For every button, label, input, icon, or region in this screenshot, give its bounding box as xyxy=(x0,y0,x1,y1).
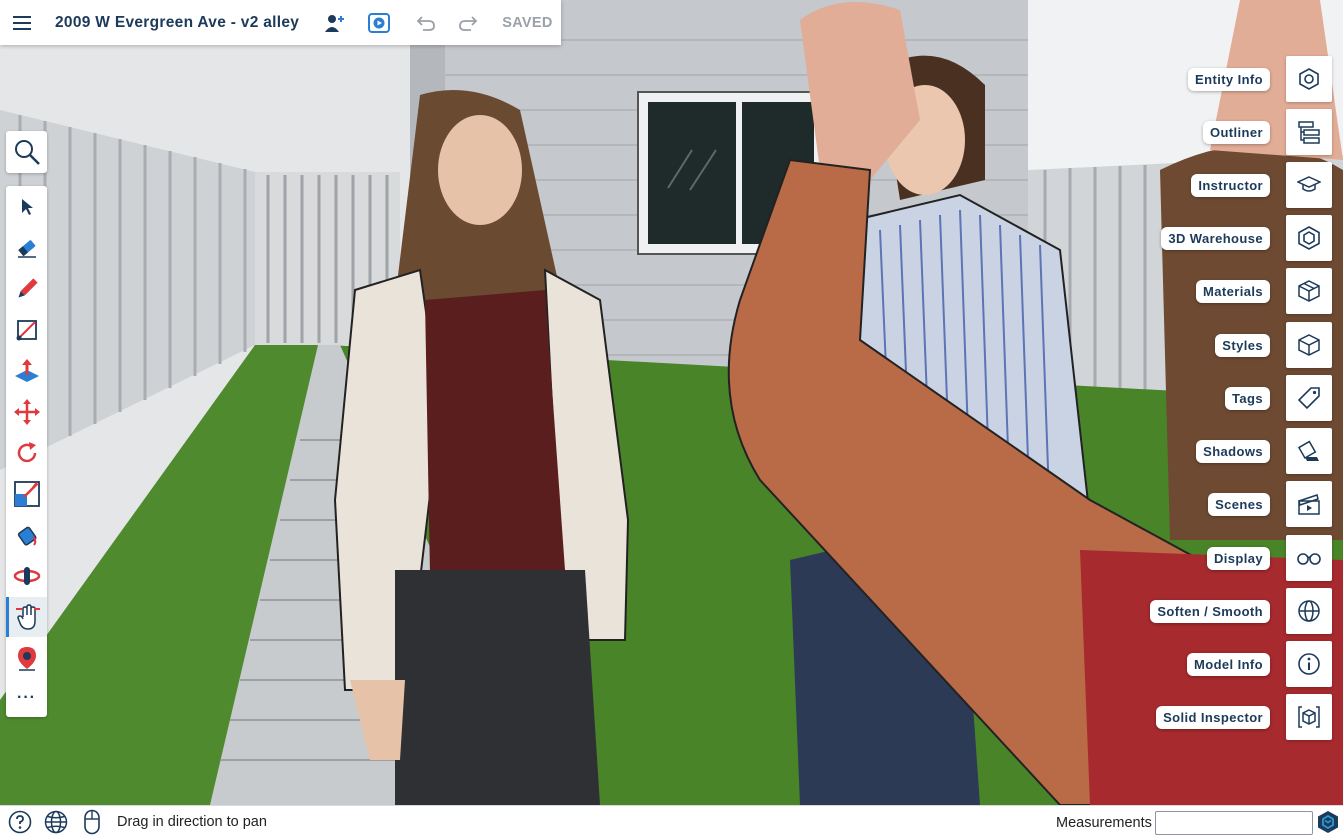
model-viewport[interactable] xyxy=(0,0,1343,805)
panel-item-solid-inspector[interactable]: Solid Inspector xyxy=(1156,694,1332,740)
undo-icon[interactable] xyxy=(405,0,445,45)
left-toolbar: ··· xyxy=(6,186,47,717)
position-camera-icon[interactable] xyxy=(6,638,47,678)
panel-item-materials[interactable]: Materials xyxy=(1196,268,1332,314)
entity-info-icon[interactable] xyxy=(1286,56,1332,102)
panel-item-styles[interactable]: Styles xyxy=(1215,322,1332,368)
more-tools-button[interactable]: ··· xyxy=(6,678,47,718)
info-icon[interactable] xyxy=(1286,641,1332,687)
search-tool-box xyxy=(6,131,47,173)
materials-icon[interactable] xyxy=(1286,268,1332,314)
panel-item-instructor[interactable]: Instructor xyxy=(1191,162,1332,208)
more-tools-label: ··· xyxy=(17,689,36,706)
outliner-icon[interactable] xyxy=(1286,109,1332,155)
panel-label[interactable]: 3D Warehouse xyxy=(1161,226,1270,250)
search-icon[interactable] xyxy=(6,132,47,172)
panel-item-3d-warehouse[interactable]: 3D Warehouse xyxy=(1161,215,1332,261)
play-icon[interactable] xyxy=(359,0,399,45)
status-text: Drag in direction to pan xyxy=(117,814,267,830)
panel-label[interactable]: Soften / Smooth xyxy=(1150,599,1270,623)
globe-icon[interactable] xyxy=(41,810,71,834)
scale-icon[interactable] xyxy=(6,474,47,514)
panel-label[interactable]: Model Info xyxy=(1187,652,1270,676)
panel-label[interactable]: Solid Inspector xyxy=(1156,705,1270,729)
shadows-icon[interactable] xyxy=(1286,428,1332,474)
panel-label[interactable]: Shadows xyxy=(1196,439,1270,463)
panel-label[interactable]: Instructor xyxy=(1191,173,1270,197)
rectangle-icon[interactable] xyxy=(6,310,47,350)
warehouse-icon[interactable] xyxy=(1286,215,1332,261)
help-icon[interactable] xyxy=(5,810,35,834)
panel-label[interactable]: Outliner xyxy=(1202,120,1270,144)
panel-label[interactable]: Tags xyxy=(1225,386,1270,410)
panel-item-display[interactable]: Display xyxy=(1206,535,1332,581)
panel-item-soften-smooth[interactable]: Soften / Smooth xyxy=(1150,588,1332,634)
add-user-icon[interactable] xyxy=(315,0,355,45)
push-pull-icon[interactable] xyxy=(6,351,47,391)
panel-label[interactable]: Entity Info xyxy=(1188,67,1270,91)
hamburger-icon[interactable] xyxy=(0,0,44,45)
panel-label[interactable]: Scenes xyxy=(1208,492,1270,516)
solid-inspector-icon[interactable] xyxy=(1286,694,1332,740)
styles-icon[interactable] xyxy=(1286,322,1332,368)
panel-item-entity-info[interactable]: Entity Info xyxy=(1188,56,1332,102)
document-title[interactable]: 2009 W Evergreen Ave - v2 alley xyxy=(55,14,299,32)
panel-item-tags[interactable]: Tags xyxy=(1225,375,1332,421)
move-icon[interactable] xyxy=(6,392,47,432)
panel-item-shadows[interactable]: Shadows xyxy=(1196,428,1332,474)
eraser-icon[interactable] xyxy=(6,228,47,268)
pan-icon[interactable] xyxy=(6,597,47,637)
pencil-icon[interactable] xyxy=(6,269,47,309)
arrow-icon[interactable] xyxy=(6,187,47,227)
soften-smooth-icon[interactable] xyxy=(1286,588,1332,634)
rotate-icon[interactable] xyxy=(6,433,47,473)
paint-bucket-icon[interactable] xyxy=(6,515,47,555)
panel-label[interactable]: Styles xyxy=(1215,333,1270,357)
sketchup-logo-icon xyxy=(1316,810,1340,834)
measurements-input[interactable] xyxy=(1155,811,1313,835)
glasses-icon[interactable] xyxy=(1286,535,1332,581)
panel-label[interactable]: Materials xyxy=(1196,279,1270,303)
scene-render xyxy=(0,0,1343,805)
redo-icon[interactable] xyxy=(449,0,489,45)
orbit-icon[interactable] xyxy=(6,556,47,596)
mouse-icon[interactable] xyxy=(77,809,107,835)
save-status: SAVED xyxy=(502,14,553,31)
clapperboard-icon[interactable] xyxy=(1286,481,1332,527)
tag-icon[interactable] xyxy=(1286,375,1332,421)
panel-label[interactable]: Display xyxy=(1206,546,1270,570)
graduation-cap-icon[interactable] xyxy=(1286,162,1332,208)
measurements-label: Measurements xyxy=(1056,815,1152,831)
panel-item-model-info[interactable]: Model Info xyxy=(1187,641,1332,687)
status-bar: Drag in direction to pan Measurements xyxy=(0,805,1343,838)
panel-item-scenes[interactable]: Scenes xyxy=(1208,481,1332,527)
top-bar: 2009 W Evergreen Ave - v2 alley SAVED xyxy=(0,0,561,45)
panel-item-outliner[interactable]: Outliner xyxy=(1202,109,1332,155)
